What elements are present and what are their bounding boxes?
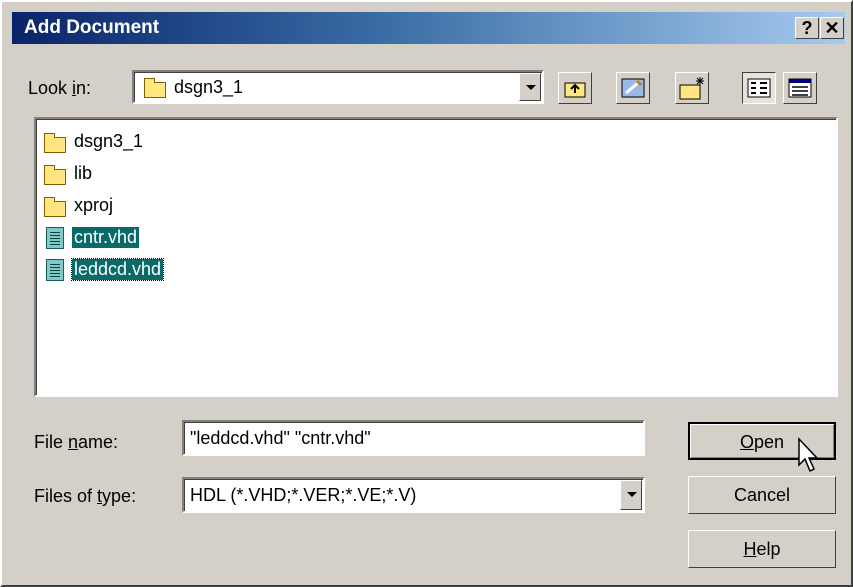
filetype-label: Files of type: xyxy=(34,486,136,507)
up-one-level-button[interactable] xyxy=(558,72,592,104)
help-title-button[interactable]: ? xyxy=(795,17,819,39)
mouse-cursor-icon xyxy=(798,437,819,473)
file-list[interactable]: dsgn3_1 lib xproj cntr.vhd leddcd.vhd xyxy=(34,117,838,397)
details-view-button[interactable] xyxy=(783,72,817,104)
lookin-dropdown-button[interactable] xyxy=(519,73,541,101)
lookin-combobox[interactable]: dsgn3_1 xyxy=(132,70,544,104)
lookin-label-pre: Look xyxy=(28,78,73,98)
close-title-button[interactable]: ✕ xyxy=(820,17,844,39)
list-view-button[interactable] xyxy=(742,72,776,104)
desktop-icon xyxy=(621,78,645,98)
filetype-combobox[interactable]: HDL (*.VHD;*.VER;*.VE;*.V) xyxy=(182,477,645,513)
filename-label-pre: File xyxy=(34,432,69,452)
help-button-mnemonic: H xyxy=(743,539,757,559)
list-item-label: cntr.vhd xyxy=(72,227,140,248)
filename-input[interactable]: "leddcd.vhd" "cntr.vhd" xyxy=(182,420,645,456)
filename-value: "leddcd.vhd" "cntr.vhd" xyxy=(190,428,371,448)
cancel-button[interactable]: Cancel xyxy=(688,476,836,514)
vhd-file-icon xyxy=(46,259,64,281)
filetype-value: HDL (*.VHD;*.VER;*.VE;*.V) xyxy=(190,485,417,505)
filetype-label-pre: Files of xyxy=(34,486,98,506)
folder-icon xyxy=(44,197,66,217)
add-document-dialog: Add Document ? ✕ Look in: dsgn3_1 dsgn3_… xyxy=(0,0,853,587)
filename-label: File name: xyxy=(34,432,118,453)
details-view-icon xyxy=(788,78,812,98)
new-folder-button[interactable] xyxy=(675,72,709,104)
lookin-label: Look in: xyxy=(28,78,91,99)
help-button[interactable]: Help xyxy=(688,530,836,568)
lookin-label-post: n: xyxy=(76,78,92,98)
filetype-label-post: ype: xyxy=(102,486,137,506)
vhd-file-icon xyxy=(46,227,64,249)
up-folder-icon xyxy=(564,82,586,98)
open-button-label: pen xyxy=(753,432,785,452)
new-folder-icon xyxy=(679,77,704,100)
list-item-label: lib xyxy=(74,163,93,183)
list-item-label: leddcd.vhd xyxy=(70,258,165,281)
open-button-mnemonic: O xyxy=(739,432,754,452)
window-title: Add Document xyxy=(24,17,160,38)
list-item-label: dsgn3_1 xyxy=(74,131,144,151)
list-view-icon xyxy=(747,78,771,98)
help-button-label: elp xyxy=(756,539,781,559)
folder-icon xyxy=(44,133,66,153)
filetype-dropdown-button[interactable] xyxy=(620,480,642,510)
filename-label-mnemonic: n xyxy=(68,432,79,452)
folder-icon xyxy=(144,78,166,98)
desktop-button[interactable] xyxy=(616,72,650,104)
lookin-value: dsgn3_1 xyxy=(174,77,244,97)
filename-label-post: ame: xyxy=(78,432,119,452)
title-bar[interactable]: Add Document ? ✕ xyxy=(12,12,845,44)
folder-icon xyxy=(44,165,66,185)
list-item-label: xproj xyxy=(74,195,114,215)
